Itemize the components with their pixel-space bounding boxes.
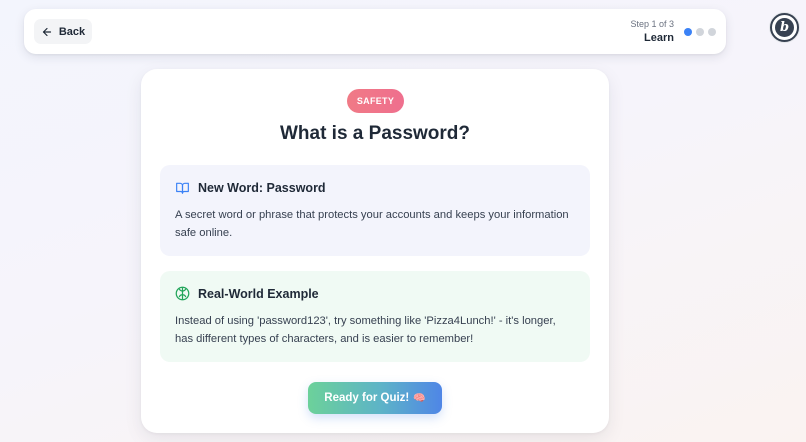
step-count: Step 1 of 3 bbox=[630, 19, 674, 29]
brand-logo[interactable]: b bbox=[770, 13, 799, 42]
definition-heading: New Word: Password bbox=[198, 180, 326, 195]
example-text: Instead of using 'password123', try some… bbox=[175, 315, 556, 345]
lesson-card: SAFETY What is a Password? New Word: Pas… bbox=[141, 69, 609, 433]
progress-dot-1 bbox=[684, 28, 692, 36]
progress-dots bbox=[684, 28, 716, 36]
progress-dot-2 bbox=[696, 28, 704, 36]
book-open-icon bbox=[175, 181, 190, 195]
quiz-button-label: Ready for Quiz! bbox=[324, 392, 410, 404]
category-badge: SAFETY bbox=[347, 89, 404, 113]
back-button-label: Back bbox=[58, 25, 86, 38]
brand-logo-letter: b bbox=[775, 18, 794, 37]
example-box: Real-World Example Instead of using 'pas… bbox=[160, 271, 590, 362]
definition-header: New Word: Password bbox=[175, 179, 575, 196]
lesson-title: What is a Password? bbox=[279, 123, 471, 144]
brain-icon bbox=[175, 286, 190, 301]
example-heading: Real-World Example bbox=[198, 286, 319, 301]
step-name: Learn bbox=[644, 32, 674, 44]
back-button[interactable]: Back bbox=[34, 19, 92, 44]
example-header: Real-World Example bbox=[175, 285, 575, 302]
arrow-left-icon bbox=[41, 26, 53, 38]
step-indicator: Step 1 of 3 Learn bbox=[630, 18, 674, 46]
definition-text: A secret word or phrase that protects yo… bbox=[175, 209, 569, 239]
definition-box: New Word: Password A secret word or phra… bbox=[160, 165, 590, 256]
top-navigation-bar: Back Step 1 of 3 Learn bbox=[24, 9, 726, 54]
brain-emoji-icon: 🧠 bbox=[413, 392, 426, 404]
progress-dot-3 bbox=[708, 28, 716, 36]
ready-for-quiz-button[interactable]: Ready for Quiz! 🧠 bbox=[308, 382, 442, 414]
